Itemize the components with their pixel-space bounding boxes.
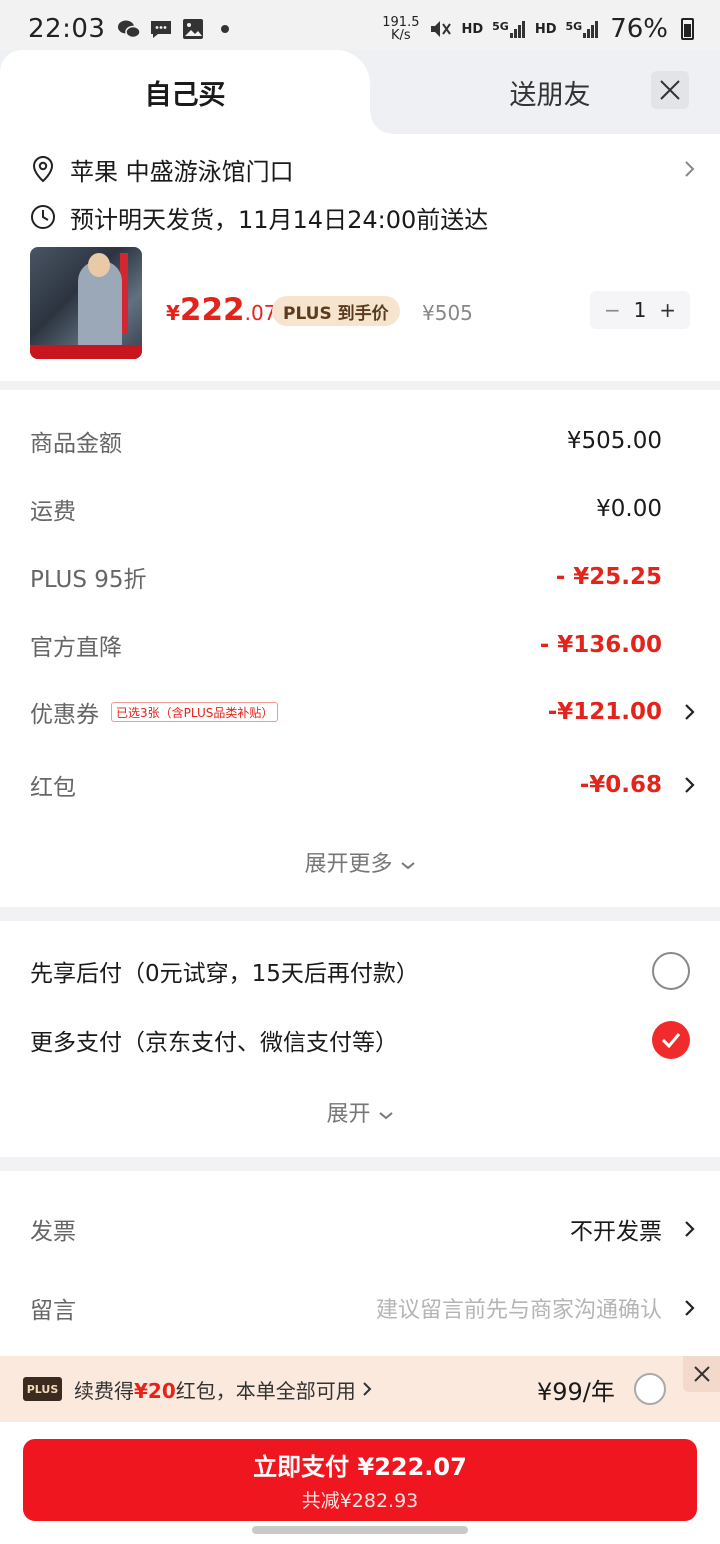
fee-row-goods: 商品金额 ¥505.00 (30, 428, 662, 457)
coupon-selected-tag: 已选3张（含PLUS品类补贴） (111, 702, 279, 722)
tab-self-buy[interactable]: 自己买 (0, 50, 392, 134)
plus-renewal-price: ¥99/年 (537, 1377, 615, 1406)
wechat-icon (118, 20, 142, 39)
chevron-right-icon (685, 704, 695, 720)
plus-renewal-banner[interactable]: PLUS 续费得¥20红包，本单全部可用 ¥99/年 (0, 1356, 720, 1422)
home-indicator[interactable] (252, 1526, 468, 1534)
purchase-mode-tabs: 自己买 送朋友 (0, 50, 720, 134)
fee-row-shipping: 运费 ¥0.00 (30, 496, 662, 525)
signal-5g-2: 5G (566, 20, 600, 38)
tab-gift-friend[interactable]: 送朋友 (440, 50, 660, 134)
plus-logo: PLUS (23, 1377, 62, 1401)
signal-icon (509, 21, 525, 38)
fee-row-red-packet[interactable]: 红包 -¥0.68 (30, 765, 695, 805)
pay-now-button[interactable]: 立即支付 ¥222.07 共减¥282.93 (23, 1439, 697, 1521)
plus-price-badge: PLUS 到手价 (272, 296, 400, 326)
checkmark-icon (661, 1033, 681, 1049)
product-thumbnail[interactable] (30, 247, 142, 359)
dot-icon (221, 25, 230, 33)
signal-icon-2 (583, 21, 599, 38)
chevron-down-icon (378, 1112, 393, 1120)
product-price: ¥222.07 (166, 292, 277, 328)
chevron-right-icon (685, 777, 695, 793)
status-time: 22:03 (28, 14, 106, 44)
decrease-button[interactable]: − (604, 298, 621, 322)
gallery-icon (183, 19, 204, 39)
chevron-right-icon (363, 1382, 372, 1396)
expand-payment-button[interactable]: 展开 (0, 1096, 720, 1128)
close-banner-button[interactable] (683, 1356, 720, 1392)
battery-icon (681, 18, 694, 40)
address-row[interactable]: 苹果 中盛游泳馆门口 (30, 152, 695, 186)
section-divider (0, 1157, 720, 1171)
increase-button[interactable]: + (659, 298, 676, 322)
section-divider (0, 907, 720, 921)
net-speed: 191.5 K/s (382, 15, 420, 43)
radio-checked[interactable] (652, 1021, 690, 1059)
address-text: 苹果 中盛游泳馆门口 (70, 157, 294, 186)
chevron-right-icon (685, 1221, 695, 1237)
hd-label-2: HD (534, 21, 557, 37)
hd-label: HD (461, 21, 484, 37)
close-icon (693, 1366, 710, 1382)
quantity-stepper[interactable]: − 1 + (590, 291, 690, 329)
message-placeholder: 建议留言前先与商家沟通确认 (375, 1298, 662, 1323)
chevron-right-icon (685, 1300, 695, 1316)
location-pin-icon (32, 155, 54, 183)
plus-renewal-radio[interactable] (634, 1373, 666, 1405)
delivery-estimate-text: 预计明天发货，11月14日24:00前送达 (70, 205, 489, 234)
close-icon (660, 80, 680, 100)
fee-row-official-discount: 官方直降 - ¥136.00 (30, 632, 662, 661)
section-divider (0, 381, 720, 390)
quantity-value: 1 (633, 298, 647, 322)
invoice-row[interactable]: 发票 不开发票 (30, 1209, 695, 1249)
payment-option-more[interactable]: 更多支付（京东支付、微信支付等） (30, 1020, 690, 1060)
mute-icon (431, 21, 452, 37)
signal-5g-1: 5G (492, 20, 526, 38)
clock-icon (31, 205, 55, 229)
battery-percent: 76% (610, 14, 668, 44)
payment-option-pay-later[interactable]: 先享后付（0元试穿，15天后再付款） (30, 951, 690, 991)
plus-renewal-text: 续费得¥20红包，本单全部可用 (74, 1378, 356, 1403)
message-row[interactable]: 留言 建议留言前先与商家沟通确认 (30, 1288, 695, 1328)
fee-row-plus-discount: PLUS 95折 - ¥25.25 (30, 564, 662, 593)
original-price: ¥505 (422, 301, 473, 325)
message-icon (151, 21, 172, 38)
expand-more-button[interactable]: 展开更多 (0, 846, 720, 878)
fee-row-coupon[interactable]: 优惠券 已选3张（含PLUS品类补贴） -¥121.00 (30, 692, 695, 732)
radio-unchecked[interactable] (652, 952, 690, 990)
chevron-right-icon (685, 161, 695, 177)
close-button[interactable] (651, 71, 689, 109)
delivery-estimate-row: 预计明天发货，11月14日24:00前送达 (30, 200, 488, 234)
chevron-down-icon (400, 862, 415, 870)
